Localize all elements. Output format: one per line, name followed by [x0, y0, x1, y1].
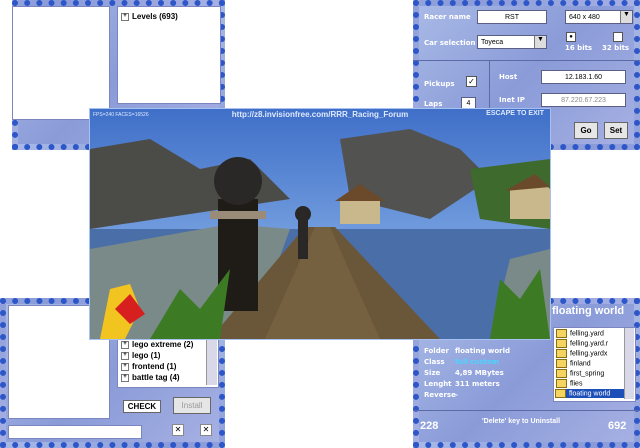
reverse-value: -: [455, 391, 458, 399]
list-item[interactable]: + lego extreme (2): [121, 340, 193, 349]
folder-label: Folder: [424, 347, 449, 355]
set-button[interactable]: Set: [604, 122, 628, 139]
folder-icon: [556, 329, 567, 338]
escape-hint: ESCAPE TO EXIT: [486, 110, 544, 117]
length-label: Lenght: [424, 380, 452, 388]
host-input[interactable]: 12.183.1.60: [541, 70, 626, 84]
check-button[interactable]: CHECK: [123, 400, 161, 413]
list-item[interactable]: felling.yard: [556, 329, 604, 338]
list-item[interactable]: + frontend (1): [121, 362, 176, 371]
bits32-label: 32 bits: [602, 44, 630, 52]
folder-icon: [556, 349, 567, 358]
car-selection-label: Car selection: [424, 39, 476, 47]
resolution-select[interactable]: 640 x 480 ▼: [565, 10, 633, 24]
class-label: Class: [424, 358, 445, 366]
list-item[interactable]: finland: [556, 359, 591, 368]
class-value: full custom: [455, 358, 500, 366]
folder-icon: [555, 389, 566, 398]
count-right: 692: [608, 420, 627, 432]
reverse-label: Reverse: [424, 391, 456, 399]
levels-tree-root[interactable]: + Levels (693): [121, 12, 178, 21]
dropdown-arrow-icon: ▼: [534, 36, 546, 48]
racer-name-label: Racer name: [424, 13, 471, 21]
status-field: [8, 425, 142, 439]
folder-value: floating world: [455, 347, 511, 355]
go-button[interactable]: Go: [574, 122, 598, 139]
size-label: Size: [424, 369, 441, 377]
laps-label: Laps: [424, 100, 443, 108]
divider: [489, 60, 490, 115]
folder-icon: [556, 369, 567, 378]
host-label: Host: [499, 73, 518, 81]
folder-icon: [556, 359, 567, 368]
forum-url[interactable]: http://z8.invisionfree.com/RRR_Racing_Fo…: [90, 110, 550, 119]
count-left: 228: [420, 420, 439, 432]
radio-16bits[interactable]: ●: [566, 32, 576, 42]
expand-icon[interactable]: +: [121, 373, 129, 382]
car-selection-select[interactable]: Toyeca ▼: [477, 35, 547, 49]
expand-icon[interactable]: +: [121, 362, 129, 371]
close-icon[interactable]: ✕: [200, 424, 212, 436]
pickups-label: Pickups: [424, 80, 455, 88]
list-item[interactable]: felling.yard.r: [556, 339, 608, 348]
inet-ip-label: Inet IP: [499, 96, 525, 104]
uninstall-hint: 'Delete' key to Uninstall: [482, 418, 561, 425]
list-item[interactable]: first_spring: [556, 369, 604, 378]
folder-scrollbar[interactable]: [624, 328, 634, 399]
install-button[interactable]: Install: [173, 397, 211, 414]
track-title: floating world: [552, 305, 625, 317]
radio-32bits[interactable]: [613, 32, 623, 42]
list-item[interactable]: + lego (1): [121, 351, 160, 360]
list-item[interactable]: + battle tag (4): [121, 373, 180, 382]
pickups-checkbox[interactable]: ✓: [466, 76, 477, 87]
expand-icon[interactable]: +: [121, 351, 129, 360]
expand-icon[interactable]: +: [121, 12, 129, 21]
game-scene: [90, 109, 550, 339]
inet-ip-field: 87.220.67.223: [541, 93, 626, 107]
expand-icon[interactable]: +: [121, 340, 129, 349]
dropdown-arrow-icon: ▼: [620, 11, 632, 23]
tracks-scrollbar[interactable]: [206, 339, 217, 385]
list-item-selected[interactable]: floating world: [555, 389, 624, 398]
folder-icon: [556, 379, 567, 388]
divider: [413, 60, 640, 61]
close-icon[interactable]: ✕: [172, 424, 184, 436]
divider: [413, 410, 640, 411]
size-value: 4,89 MBytes: [455, 369, 504, 377]
list-item[interactable]: felling.yardx: [556, 349, 607, 358]
folder-icon: [556, 339, 567, 348]
list-item[interactable]: flies: [556, 379, 582, 388]
preview-box: [12, 6, 110, 120]
racer-name-input[interactable]: RST: [477, 10, 547, 24]
game-viewport[interactable]: FPS=240 FACES=16526 http://z8.invisionfr…: [89, 108, 551, 340]
bits16-label: 16 bits: [565, 44, 593, 52]
length-value: 311 meters: [455, 380, 500, 388]
